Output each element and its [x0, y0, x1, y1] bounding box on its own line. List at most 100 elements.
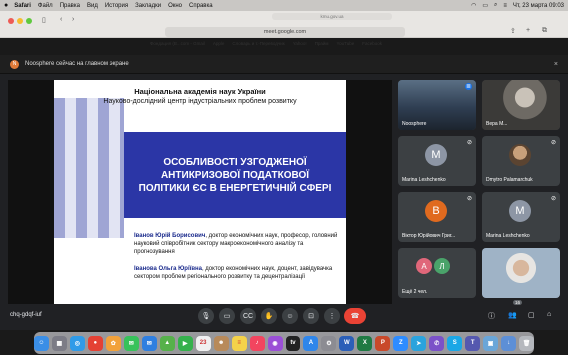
participant-tile[interactable]: M ⊘ Marina Leshchenko	[398, 136, 476, 186]
notes-icon[interactable]: ≡	[231, 335, 247, 351]
avatar: В	[425, 200, 447, 222]
maps-icon[interactable]: ▲	[159, 335, 175, 351]
music-icon[interactable]: ♪	[249, 335, 265, 351]
activities-icon[interactable]: ⌂	[547, 311, 551, 318]
menu-bookmarks[interactable]: Закладки	[135, 3, 161, 9]
slide-header: Національна академія наук України	[134, 87, 266, 96]
minimize-window-button[interactable]	[17, 18, 23, 24]
excel-icon[interactable]: X	[357, 335, 373, 351]
wifi-icon[interactable]: ◠	[471, 2, 476, 9]
info-icon[interactable]: ⓘ	[488, 311, 495, 321]
trash-icon[interactable]: 🗑	[519, 335, 535, 351]
mic-off-icon: ⊘	[550, 140, 556, 146]
word-icon[interactable]: W	[339, 335, 355, 351]
present-icon[interactable]: ⊡	[303, 308, 319, 324]
close-window-button[interactable]	[8, 18, 14, 24]
podcasts-icon[interactable]: ◉	[267, 335, 283, 351]
zoom-window-button[interactable]	[26, 18, 32, 24]
finder-icon[interactable]: ☺	[33, 335, 49, 351]
forward-icon[interactable]: ›	[72, 16, 74, 23]
mic-off-icon: ⊘	[466, 140, 472, 146]
favorites-bar: Фондация (B...com - Gmail Apple Словарь …	[150, 41, 382, 46]
favorite-item[interactable]: YouTube	[337, 41, 355, 46]
participant-tile[interactable]: Вера М...	[482, 80, 560, 130]
back-icon[interactable]: ‹	[60, 16, 62, 23]
top-tab-url[interactable]: kmu.gov.ua	[272, 13, 392, 20]
chat-icon[interactable]: ▢	[528, 311, 535, 319]
camera-icon[interactable]: ▭	[219, 308, 235, 324]
share-icon[interactable]: ⇪	[510, 27, 516, 35]
menu-window[interactable]: Окно	[168, 3, 182, 9]
meeting-code: chq-gdqf-iuf	[10, 312, 42, 318]
mail-icon[interactable]: ✉	[141, 335, 157, 351]
participant-tile[interactable]: ≣ Noosphere	[398, 80, 476, 130]
menu-help[interactable]: Справка	[189, 3, 213, 9]
video-feed	[482, 248, 560, 298]
facetime-icon[interactable]: ▶	[177, 335, 193, 351]
favorite-item[interactable]: Yahoo!	[293, 41, 307, 46]
downloads-icon[interactable]: ↓	[501, 335, 517, 351]
menubar-clock[interactable]: Чт, 23 марта 09:03	[513, 3, 564, 9]
participant-tile[interactable]	[482, 248, 560, 298]
chrome-icon[interactable]: ●	[87, 335, 103, 351]
participant-count-badge: 16	[513, 300, 523, 305]
menu-safari[interactable]: Safari	[14, 3, 31, 9]
favorite-item[interactable]: Словарь и т.-Переводчик	[232, 41, 284, 46]
avatar: M	[425, 144, 447, 166]
more-participants-tile[interactable]: А Л Ещё 2 чел.	[398, 248, 476, 298]
hand-icon[interactable]: ✋	[261, 308, 277, 324]
slide-author-2: Іванова Ольга Юріївна, доктор економічни…	[134, 266, 333, 280]
menu-file[interactable]: Файл	[38, 3, 53, 9]
slide-subheader: Науково-дослідний центр індустріальних п…	[103, 98, 297, 105]
battery-icon[interactable]: ▭	[482, 2, 488, 9]
messages-icon[interactable]: ✉	[123, 335, 139, 351]
calendar-icon[interactable]: 23	[195, 335, 211, 351]
powerpoint-icon[interactable]: P	[375, 335, 391, 351]
teams-icon[interactable]: T	[465, 335, 481, 351]
captions-icon[interactable]: CC	[240, 308, 256, 324]
participant-grid: ≣ Noosphere Вера М... M ⊘ Marina Leshche…	[398, 80, 560, 304]
appstore-icon[interactable]: A	[303, 335, 319, 351]
preview-icon[interactable]: ▣	[483, 335, 499, 351]
contacts-icon[interactable]: ☻	[213, 335, 229, 351]
new-tab-icon[interactable]: +	[526, 27, 530, 34]
apple-icon[interactable]: ●	[4, 2, 8, 9]
presentation-stage: Національна академія наук України Науков…	[8, 80, 392, 304]
mic-off-icon: ⊘	[466, 196, 472, 202]
skype-icon[interactable]: S	[447, 335, 463, 351]
people-icon[interactable]: 👥	[508, 311, 517, 319]
menu-edit[interactable]: Правка	[60, 3, 80, 9]
zoom-icon[interactable]: Z	[393, 335, 409, 351]
more-icon[interactable]: ⋮	[324, 308, 340, 324]
close-notification-icon[interactable]: ×	[554, 61, 558, 68]
sidebar-icon[interactable]: ▯	[42, 16, 46, 24]
search-icon[interactable]: ⌕	[494, 2, 497, 9]
control-center-icon[interactable]: ≡	[503, 3, 507, 9]
favorite-item[interactable]: Facebook	[362, 41, 382, 46]
menu-view[interactable]: Вид	[87, 3, 98, 9]
emoji-icon[interactable]: ☺	[282, 308, 298, 324]
slide: Національна академія наук України Науков…	[54, 80, 346, 304]
end-call-icon[interactable]: ☎	[344, 308, 366, 324]
viber-icon[interactable]: ✆	[429, 335, 445, 351]
telegram-icon[interactable]: ➤	[411, 335, 427, 351]
participant-tile[interactable]: В ⊘ Віктор Юрійович Григ...	[398, 192, 476, 242]
mic-icon[interactable]: 🎙	[198, 308, 214, 324]
favorite-item[interactable]: Фондация (B...com - Gmail	[150, 41, 205, 46]
photos-icon[interactable]: ✿	[105, 335, 121, 351]
settings-icon[interactable]: ⚙	[321, 335, 337, 351]
tv-icon[interactable]: tv	[285, 335, 301, 351]
browser-toolbar: ▯ ‹ › kmu.gov.ua meet.google.com ⇪ + ⧉	[0, 11, 568, 38]
safari-icon[interactable]: ◎	[69, 335, 85, 351]
menu-history[interactable]: История	[105, 3, 128, 9]
notification-text: Noosphere сейчас на главном экране	[25, 61, 129, 67]
participant-tile[interactable]: M ⊘ Marina Leshchenko	[482, 192, 560, 242]
favorite-item[interactable]: Apple	[213, 41, 225, 46]
participant-tile[interactable]: ⊘ Dmytro Palamarchuk	[482, 136, 560, 186]
tab-overview-icon[interactable]: ⧉	[542, 27, 547, 35]
address-bar[interactable]: meet.google.com	[165, 27, 405, 37]
meet-area: Національна академія наук України Науков…	[0, 74, 568, 330]
launchpad-icon[interactable]: ▦	[51, 335, 67, 351]
slide-decoration	[54, 98, 124, 238]
favorite-item[interactable]: Прайм	[315, 41, 329, 46]
